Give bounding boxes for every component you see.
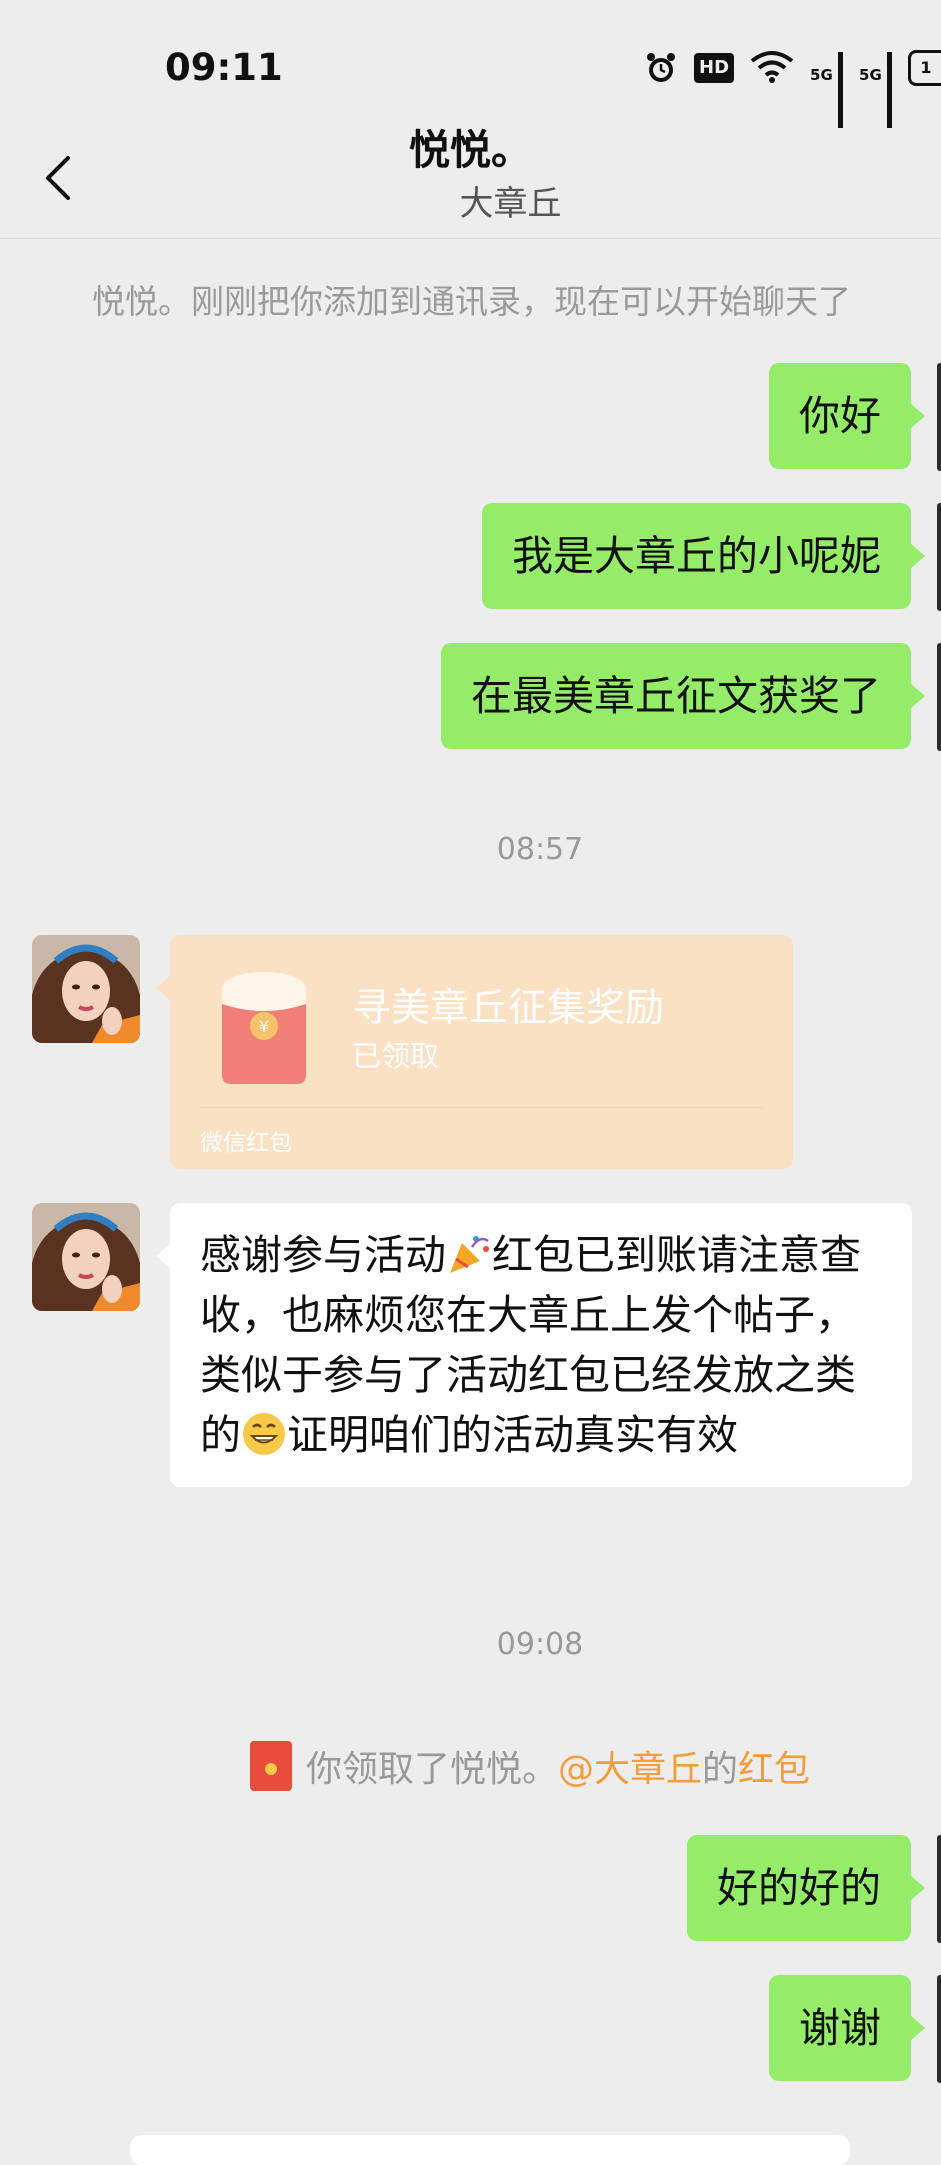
battery-icon: 1: [908, 50, 941, 86]
message-timestamp: 09:08: [496, 1627, 584, 1662]
red-packet-status: 已领取: [352, 1039, 440, 1073]
my-avatar[interactable]: [937, 503, 941, 611]
message-bubble-mine[interactable]: 在最美章丘征文获奖了: [441, 643, 925, 749]
contact-avatar[interactable]: [32, 935, 140, 1043]
my-avatar[interactable]: [937, 643, 941, 751]
message-timestamp: 08:57: [496, 832, 584, 867]
status-bar: 09:11 HD 5G 5G 1: [0, 0, 941, 128]
message-bubble-mine[interactable]: 好的好的: [687, 1835, 925, 1941]
red-packet-received-notice: 你领取了悦悦。@大章丘的红包: [250, 1738, 810, 1794]
network-type-label: 5G: [859, 66, 882, 84]
notice-text: 你领取了悦悦。: [306, 1749, 559, 1790]
notice-text: 的: [702, 1749, 739, 1790]
wifi-icon: [750, 49, 794, 87]
red-packet-icon: [250, 1741, 292, 1791]
message-text: 证明咱们的活动真实有效: [287, 1411, 738, 1459]
message-bubble-mine[interactable]: 我是大章丘的小呢妮: [482, 503, 925, 609]
red-packet-divider: [200, 1107, 763, 1108]
contact-avatar[interactable]: [32, 1203, 140, 1311]
red-packet-footer: 微信红包: [200, 1130, 292, 1156]
message-bubble-mine[interactable]: 你好: [769, 363, 925, 469]
my-avatar[interactable]: [937, 1835, 941, 1943]
red-packet-icon: ¥: [220, 970, 308, 1086]
message-text: 感谢参与活动: [200, 1231, 446, 1279]
system-notice: 悦悦。刚刚把你添加到通讯录，现在可以开始聊天了: [92, 282, 851, 321]
hd-voice-icon: HD: [694, 53, 735, 83]
party-popper-icon: [446, 1231, 492, 1277]
message-bubble-other[interactable]: 感谢参与活动 红包已到账请注意查收，也麻烦您在大章丘上发个帖子，类似于参与了活动红…: [156, 1203, 912, 1487]
chat-subtitle: 大章丘: [459, 184, 562, 224]
red-packet-card[interactable]: ¥ 寻美章丘征集奖励 已领取 微信红包: [156, 935, 793, 1169]
status-time: 09:11: [165, 46, 283, 89]
signal-icon-1: 5G: [810, 52, 844, 128]
yuan-symbol: ¥: [259, 1017, 269, 1036]
mention-link[interactable]: @大章丘: [558, 1749, 702, 1790]
message-input[interactable]: [130, 2135, 850, 2165]
red-packet-link[interactable]: 红包: [738, 1749, 810, 1790]
message-bubble-mine[interactable]: 谢谢: [769, 1975, 925, 2081]
my-avatar[interactable]: [937, 1975, 941, 2083]
status-icons: HD 5G 5G 1: [644, 48, 941, 128]
chat-title: 悦悦。: [409, 126, 532, 174]
alarm-icon: [644, 51, 678, 85]
grinning-face-icon: [241, 1411, 287, 1457]
signal-icon-2: 5G: [859, 52, 892, 128]
red-packet-title: 寻美章丘征集奖励: [352, 986, 665, 1031]
my-avatar[interactable]: [937, 363, 941, 471]
network-type-label: 5G: [810, 66, 833, 84]
